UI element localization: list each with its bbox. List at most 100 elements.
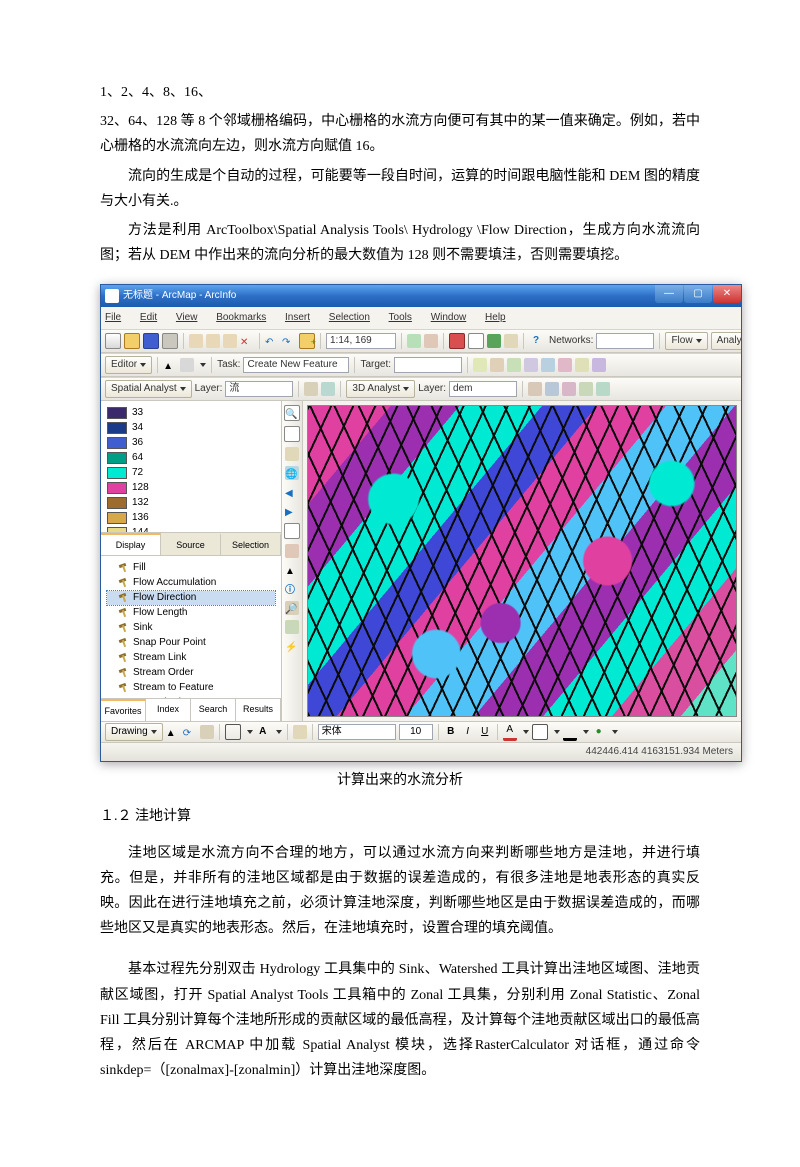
next-extent-icon[interactable]: ▶ bbox=[285, 504, 299, 518]
edit-tool-icon[interactable] bbox=[575, 358, 589, 372]
model-icon[interactable] bbox=[487, 334, 501, 348]
pointer-icon[interactable]: ▲ bbox=[163, 358, 177, 372]
toc-item[interactable]: 33 bbox=[107, 406, 275, 420]
menubar[interactable]: File Edit View Bookmarks Insert Selectio… bbox=[101, 307, 741, 329]
task-field[interactable]: Create New Feature bbox=[243, 357, 349, 373]
minimize-button[interactable]: — bbox=[655, 285, 683, 303]
tab-search[interactable]: Search bbox=[191, 699, 236, 721]
tool-flow-length[interactable]: Flow Length bbox=[107, 606, 275, 620]
drawing-dropdown[interactable]: Drawing bbox=[105, 723, 163, 741]
menu-file[interactable]: File bbox=[105, 312, 129, 323]
menu-bookmarks[interactable]: Bookmarks bbox=[216, 312, 274, 323]
select-icon[interactable] bbox=[284, 523, 300, 539]
add-data-icon[interactable]: + bbox=[299, 333, 315, 349]
target-field[interactable] bbox=[394, 357, 462, 373]
prev-extent-icon[interactable]: ◀ bbox=[285, 485, 299, 499]
tool-flow-accumulation[interactable]: Flow Accumulation bbox=[107, 576, 275, 590]
3d-tool-icon[interactable] bbox=[528, 382, 542, 396]
tab-source[interactable]: Source bbox=[161, 533, 221, 555]
tab-index[interactable]: Index bbox=[146, 699, 191, 721]
rotate-icon[interactable]: ⟳ bbox=[183, 725, 197, 739]
save-icon[interactable] bbox=[143, 333, 159, 349]
edit-vertices-icon[interactable] bbox=[293, 725, 307, 739]
toc-item[interactable]: 36 bbox=[107, 436, 275, 450]
3d-tool-icon[interactable] bbox=[596, 382, 610, 396]
zoom-tool-icon[interactable] bbox=[200, 725, 214, 739]
toc-item[interactable]: 34 bbox=[107, 421, 275, 435]
tab-favorites[interactable]: Favorites bbox=[101, 699, 146, 721]
copy-icon[interactable] bbox=[206, 334, 220, 348]
edit-tool-icon[interactable] bbox=[507, 358, 521, 372]
find-icon[interactable]: 🔎 bbox=[285, 601, 299, 615]
select-elements-icon[interactable]: ▲ bbox=[285, 563, 299, 577]
3d-layer-field[interactable]: dem bbox=[449, 381, 517, 397]
zoom-out-icon[interactable] bbox=[284, 426, 300, 442]
tab-selection[interactable]: Selection bbox=[221, 533, 281, 555]
select-element-icon[interactable]: ▲ bbox=[166, 725, 180, 739]
tool-flow-direction[interactable]: Flow Direction bbox=[107, 591, 275, 605]
sketch-icon[interactable] bbox=[180, 358, 194, 372]
bold-icon[interactable]: B bbox=[444, 725, 458, 739]
delete-icon[interactable]: ✕ bbox=[240, 334, 254, 348]
3d-tool-icon[interactable] bbox=[545, 382, 559, 396]
arctoolbox-icon[interactable] bbox=[449, 333, 465, 349]
chevron-down-icon[interactable] bbox=[523, 730, 529, 734]
chevron-down-icon[interactable] bbox=[247, 730, 253, 734]
networks-field[interactable] bbox=[596, 333, 654, 349]
italic-icon[interactable]: I bbox=[461, 725, 475, 739]
edit-tool-icon[interactable] bbox=[490, 358, 504, 372]
tool-icon[interactable] bbox=[424, 334, 438, 348]
tool-sink[interactable]: Sink bbox=[107, 621, 275, 635]
line-color-icon[interactable] bbox=[563, 724, 577, 741]
tab-display[interactable]: Display bbox=[101, 533, 161, 555]
identify-icon[interactable]: ⓘ bbox=[285, 582, 299, 596]
toc-item[interactable]: 128 bbox=[107, 481, 275, 495]
3d-analyst-dropdown[interactable]: 3D Analyst bbox=[346, 380, 415, 398]
histogram-icon[interactable] bbox=[304, 382, 318, 396]
clear-select-icon[interactable] bbox=[285, 544, 299, 558]
3d-tool-icon[interactable] bbox=[579, 382, 593, 396]
flow-dropdown[interactable]: Flow bbox=[665, 332, 707, 350]
toc-item[interactable]: 132 bbox=[107, 496, 275, 510]
text-icon[interactable]: A bbox=[256, 725, 270, 739]
menu-view[interactable]: View bbox=[176, 312, 206, 323]
print-icon[interactable] bbox=[162, 333, 178, 349]
maximize-button[interactable]: ▢ bbox=[684, 285, 712, 303]
full-extent-icon[interactable]: 🌐 bbox=[285, 466, 299, 480]
menu-insert[interactable]: Insert bbox=[285, 312, 318, 323]
toc-item[interactable]: 136 bbox=[107, 511, 275, 525]
chevron-down-icon[interactable] bbox=[583, 730, 589, 734]
tool-stream-to-feature[interactable]: Stream to Feature bbox=[107, 681, 275, 695]
menu-help[interactable]: Help bbox=[485, 312, 514, 323]
edit-tool-icon[interactable] bbox=[592, 358, 606, 372]
paste-icon[interactable] bbox=[223, 334, 237, 348]
menu-tools[interactable]: Tools bbox=[389, 312, 420, 323]
editor-dropdown[interactable]: Editor bbox=[105, 356, 152, 374]
measure-icon[interactable] bbox=[285, 620, 299, 634]
menu-selection[interactable]: Selection bbox=[329, 312, 378, 323]
tool-stream-order[interactable]: Stream Order bbox=[107, 666, 275, 680]
contour-icon[interactable] bbox=[321, 382, 335, 396]
menu-window[interactable]: Window bbox=[431, 312, 475, 323]
redo-icon[interactable]: ↷ bbox=[282, 334, 296, 348]
spatial-layer-field[interactable]: 流 bbox=[225, 381, 293, 397]
undo-icon[interactable]: ↶ bbox=[265, 334, 279, 348]
close-button[interactable]: ✕ bbox=[713, 285, 741, 303]
chevron-down-icon[interactable] bbox=[200, 363, 206, 367]
rect-icon[interactable] bbox=[225, 724, 241, 740]
zoom-in-icon[interactable]: 🔍 bbox=[284, 405, 300, 421]
tool-snap-pour-point[interactable]: Snap Pour Point bbox=[107, 636, 275, 650]
font-size-field[interactable]: 10 bbox=[399, 724, 433, 740]
toc-item[interactable]: 72 bbox=[107, 466, 275, 480]
help-icon[interactable]: ? bbox=[529, 334, 543, 348]
hyperlink-icon[interactable]: ⚡ bbox=[285, 639, 299, 653]
tool-icon[interactable] bbox=[407, 334, 421, 348]
map-canvas[interactable] bbox=[307, 405, 737, 717]
tab-results[interactable]: Results bbox=[236, 699, 281, 721]
pan-icon[interactable] bbox=[285, 447, 299, 461]
tool-icon[interactable] bbox=[504, 334, 518, 348]
edit-tool-icon[interactable] bbox=[473, 358, 487, 372]
toc-item[interactable]: 64 bbox=[107, 451, 275, 465]
chevron-down-icon[interactable] bbox=[276, 730, 282, 734]
new-icon[interactable] bbox=[105, 333, 121, 349]
